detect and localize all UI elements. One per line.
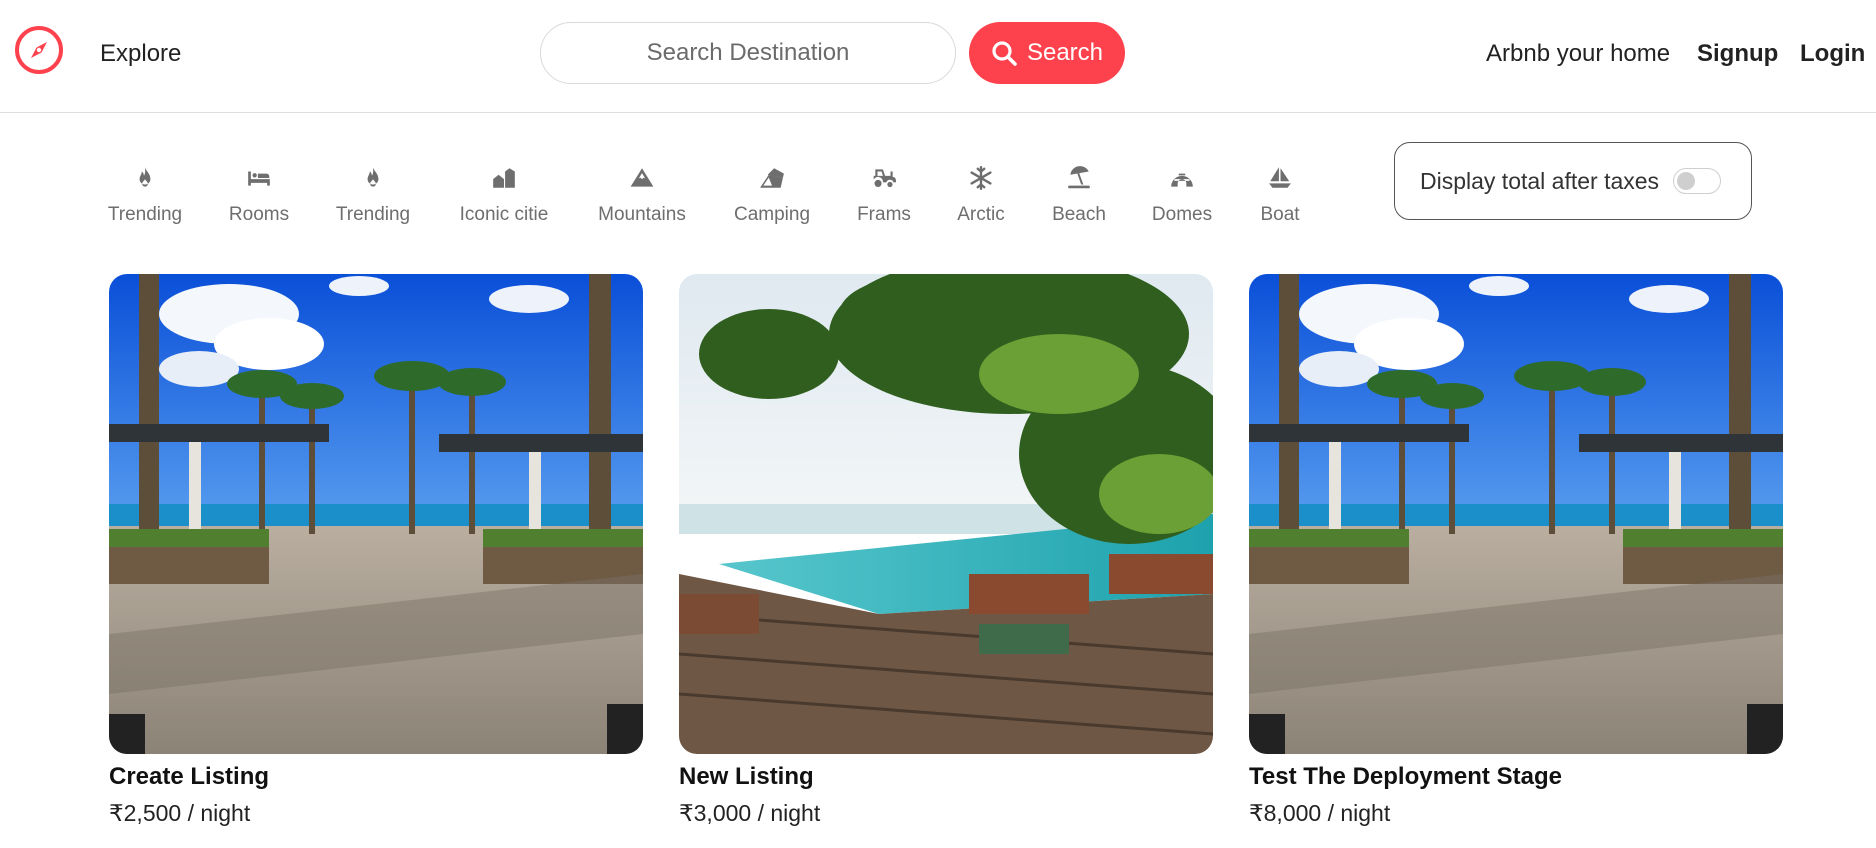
login-link[interactable]: Login: [1800, 38, 1865, 70]
filter-rooms[interactable]: Rooms: [228, 164, 290, 226]
fire-icon: [130, 164, 160, 192]
listing-title[interactable]: Test The Deployment Stage: [1249, 762, 1783, 792]
igloo-icon: [1167, 164, 1197, 192]
filter-trending[interactable]: Trending: [334, 164, 412, 226]
filter-arctic[interactable]: Arctic: [956, 164, 1006, 226]
pool-deck-image: [679, 274, 1213, 754]
filter-label: Domes: [1151, 204, 1213, 225]
listing-card[interactable]: Test The Deployment Stage ₹8,000 / night: [1249, 274, 1783, 828]
search-icon: [992, 41, 1017, 66]
listing-photo[interactable]: [1249, 274, 1783, 754]
mountain-icon: [627, 164, 657, 192]
navbar: Explore Search Arbnb your home Signup Lo…: [0, 0, 1876, 113]
filter-farms[interactable]: Frams: [856, 164, 912, 226]
filter-camping[interactable]: Camping: [733, 164, 811, 226]
host-link[interactable]: Arbnb your home: [1486, 38, 1670, 70]
search-button[interactable]: Search: [969, 22, 1125, 84]
filter-beach[interactable]: Beach: [1051, 164, 1107, 226]
filter-domes[interactable]: Domes: [1152, 164, 1212, 226]
filter-label: Camping: [733, 204, 811, 225]
filter-label: Trending: [335, 204, 411, 225]
tractor-icon: [869, 164, 899, 192]
filter-label: Arctic: [957, 204, 1005, 225]
filter-label: Trending: [107, 204, 183, 225]
explore-link[interactable]: Explore: [100, 38, 181, 70]
filter-label: Frams: [857, 204, 911, 225]
filter-label: Mountains: [598, 204, 686, 225]
tax-toggle-switch[interactable]: [1673, 168, 1722, 194]
listing-card[interactable]: Create Listing ₹2,500 / night: [109, 274, 643, 828]
listing-title[interactable]: New Listing: [679, 762, 1213, 792]
filter-boat[interactable]: Boat: [1258, 164, 1302, 226]
beach-resort-image: [109, 274, 643, 754]
listing-price: ₹8,000 / night: [1249, 800, 1391, 826]
sailboat-icon: [1265, 164, 1295, 192]
campground-icon: [757, 164, 787, 192]
signup-link[interactable]: Signup: [1697, 38, 1778, 70]
toggle-knob: [1677, 172, 1696, 190]
filter-mountains[interactable]: Mountains: [596, 164, 688, 226]
listing-photo[interactable]: [679, 274, 1213, 754]
compass-icon[interactable]: [14, 25, 64, 75]
listing-price: ₹2,500 / night: [109, 800, 251, 826]
listing-title[interactable]: Create Listing: [109, 762, 643, 792]
listing-card[interactable]: New Listing ₹3,000 / night: [679, 274, 1213, 828]
beach-resort-image: [1249, 274, 1783, 754]
search-input[interactable]: [540, 22, 956, 84]
filter-label: Iconic citie: [459, 204, 549, 225]
city-icon: [489, 164, 519, 192]
fire-icon: [358, 164, 388, 192]
filter-iconic-cities[interactable]: Iconic citie: [457, 164, 551, 226]
tax-toggle-label: Display total after taxes: [1420, 167, 1660, 194]
filter-label: Rooms: [228, 204, 290, 225]
umbrella-beach-icon: [1064, 164, 1094, 192]
snowflake-icon: [966, 164, 996, 192]
filter-trending[interactable]: Trending: [106, 164, 184, 226]
listing-photo[interactable]: [109, 274, 643, 754]
listing-price: ₹3,000 / night: [679, 800, 821, 826]
search-button-label: Search: [1026, 39, 1104, 66]
tax-toggle-box: Display total after taxes: [1394, 142, 1752, 220]
bed-icon: [244, 164, 274, 192]
filter-label: Boat: [1260, 204, 1300, 225]
filter-label: Beach: [1052, 204, 1106, 225]
